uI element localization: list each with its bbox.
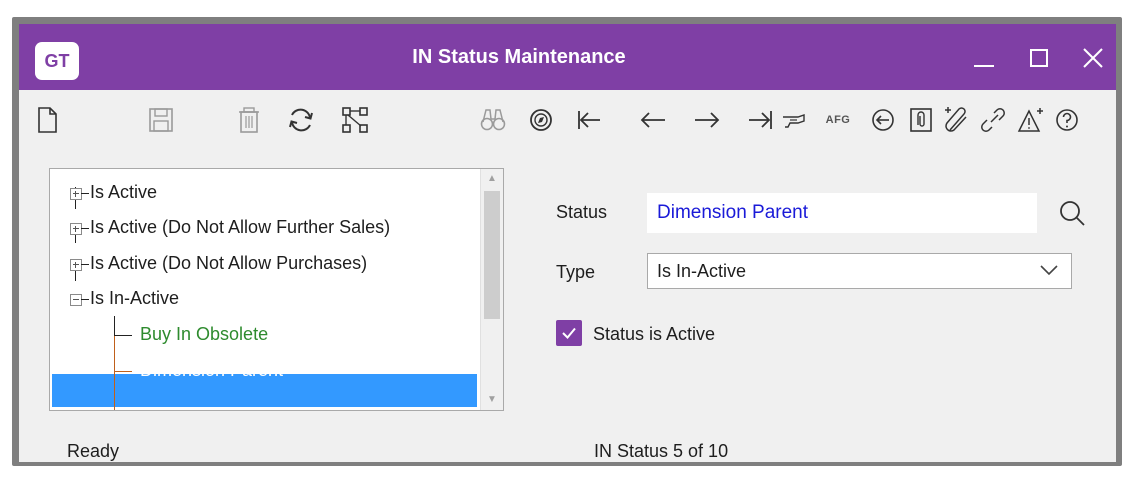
tree-line	[114, 336, 115, 410]
add-attachment-button[interactable]	[939, 102, 975, 138]
hierarchy-icon	[342, 107, 368, 133]
documents-button[interactable]	[903, 102, 939, 138]
delete-button[interactable]	[231, 102, 267, 138]
expand-toggle-is-active[interactable]	[70, 188, 82, 200]
trash-icon	[239, 107, 259, 133]
compass-icon	[530, 109, 552, 131]
navigate-button[interactable]	[523, 102, 559, 138]
document-clip-icon	[910, 108, 932, 132]
status-search-button[interactable]	[1054, 198, 1090, 230]
afg-label: AFG	[825, 114, 851, 126]
tree-line	[114, 335, 132, 336]
maximize-button[interactable]	[1011, 38, 1067, 78]
last-record-icon	[749, 111, 772, 129]
tree-content: Is Active Is Active (Do Not Allow Furthe…	[50, 169, 480, 410]
search-icon	[1060, 201, 1085, 226]
find-button[interactable]	[475, 102, 511, 138]
status-tree[interactable]: Is Active Is Active (Do Not Allow Furthe…	[49, 168, 504, 411]
first-record-button[interactable]	[571, 102, 607, 138]
status-bar-state: Ready	[67, 441, 120, 461]
status-field[interactable]: Dimension Parent	[647, 193, 1037, 233]
tree-item-is-active[interactable]: Is Active	[90, 182, 157, 203]
link-icon	[981, 108, 1005, 132]
tree-line	[114, 316, 115, 336]
collapse-toggle-is-in-active[interactable]	[70, 294, 82, 306]
circle-arrow-left-icon	[872, 109, 894, 131]
tree-item-is-in-active[interactable]: Is In-Active	[90, 288, 179, 309]
tree-scrollbar[interactable]: ▲ ▼	[480, 169, 503, 410]
first-record-icon	[578, 111, 600, 129]
toolbar: AFG	[19, 90, 1116, 150]
chevron-down-icon	[1040, 265, 1058, 276]
save-button[interactable]	[143, 102, 179, 138]
tree-item-dimension-parent[interactable]: Dimension Parent	[140, 360, 283, 381]
maximize-icon	[1030, 49, 1048, 67]
status-bar-position: IN Status 5 of 10	[594, 441, 729, 461]
type-select[interactable]: Is In-Active	[647, 253, 1072, 289]
title-bar[interactable]: GT IN Status Maintenance	[19, 24, 1116, 90]
refresh-icon	[289, 108, 313, 132]
close-button[interactable]	[1065, 38, 1121, 78]
window-title: IN Status Maintenance	[412, 46, 626, 68]
checkmark-icon	[562, 327, 576, 339]
scroll-thumb[interactable]	[484, 191, 500, 319]
afg-button[interactable]: AFG	[817, 102, 859, 138]
tree-item-buy-in-obsolete[interactable]: Buy In Obsolete	[140, 324, 268, 345]
scroll-up-arrow[interactable]: ▲	[481, 169, 503, 189]
new-button[interactable]	[29, 102, 65, 138]
next-record-button[interactable]	[689, 102, 725, 138]
arrow-right-icon	[695, 112, 720, 128]
scroll-down-arrow[interactable]: ▼	[481, 390, 503, 410]
type-select-value: Is In-Active	[657, 261, 747, 281]
status-label: Status	[556, 202, 608, 222]
back-button[interactable]	[865, 102, 901, 138]
close-icon	[1083, 48, 1103, 68]
paperclip-add-icon	[945, 107, 967, 132]
warning-add-icon	[1017, 108, 1043, 132]
minimize-icon	[974, 65, 994, 67]
add-alert-button[interactable]	[1013, 102, 1049, 138]
save-icon	[149, 108, 173, 132]
help-button[interactable]	[1049, 102, 1085, 138]
hierarchy-button[interactable]	[337, 102, 373, 138]
last-record-button[interactable]	[743, 102, 779, 138]
pointer-button[interactable]	[777, 102, 813, 138]
tree-line	[81, 228, 89, 229]
tree-line	[81, 193, 89, 194]
tree-line	[81, 299, 89, 300]
expand-toggle-no-further-sales[interactable]	[70, 223, 82, 235]
minimize-button[interactable]	[956, 38, 1012, 78]
tree-item-no-purchases[interactable]: Is Active (Do Not Allow Purchases)	[90, 253, 367, 274]
tree-item-no-further-sales[interactable]: Is Active (Do Not Allow Further Sales)	[90, 217, 390, 238]
status-active-checkbox[interactable]	[556, 320, 582, 346]
refresh-button[interactable]	[283, 102, 319, 138]
new-document-icon	[38, 107, 57, 133]
tree-line	[81, 264, 89, 265]
help-icon	[1056, 109, 1078, 131]
arrow-left-icon	[640, 112, 665, 128]
type-label: Type	[556, 262, 596, 282]
link-button[interactable]	[975, 102, 1011, 138]
expand-toggle-no-purchases[interactable]	[70, 259, 82, 271]
tree-line	[114, 371, 132, 372]
status-active-label[interactable]: Status is Active	[593, 324, 715, 345]
pointing-hand-icon	[783, 114, 805, 128]
binoculars-icon	[480, 109, 506, 131]
previous-record-button[interactable]	[635, 102, 671, 138]
